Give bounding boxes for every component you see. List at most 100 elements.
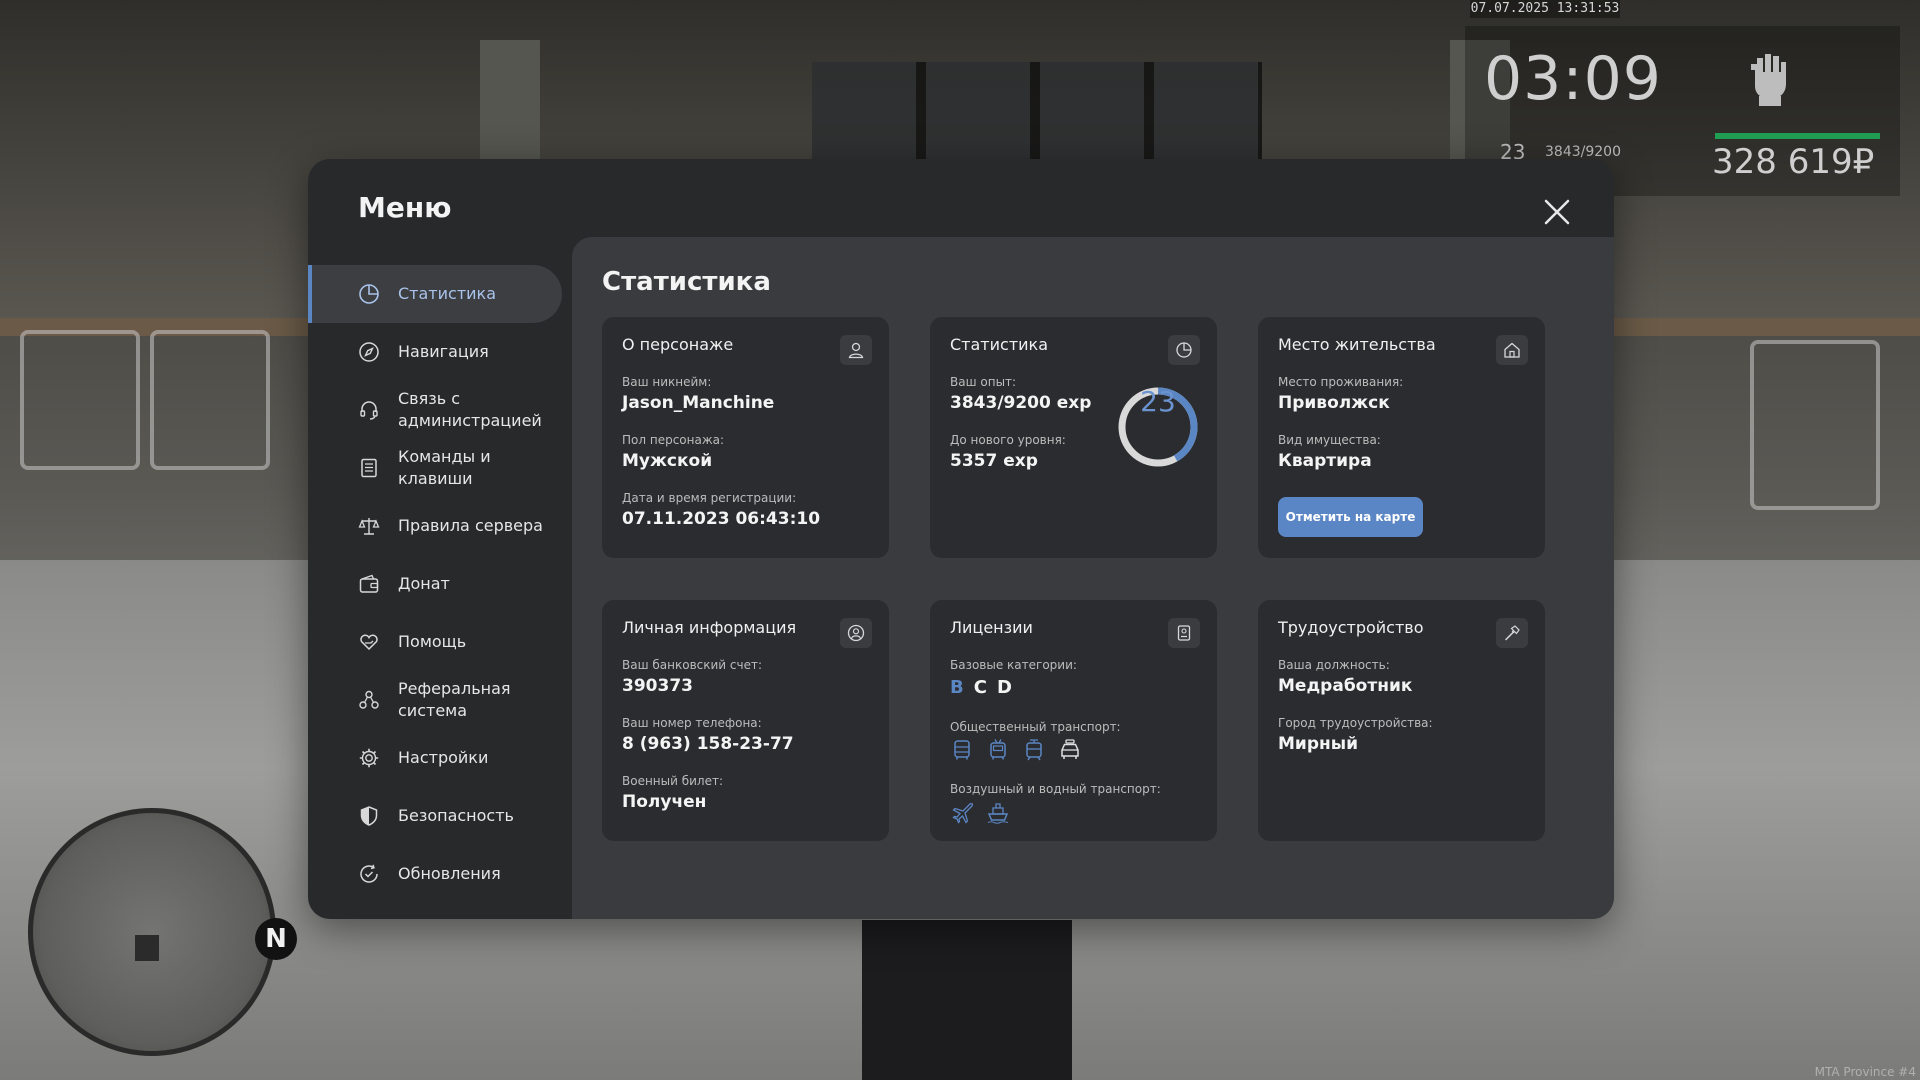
public-transport-icons [950, 738, 1082, 762]
sidebar-item-rules[interactable]: Правила сервера [308, 497, 562, 555]
server-watermark: MTA Province #4 [1814, 1065, 1916, 1079]
license-categories: B C D [950, 677, 1012, 698]
shield-icon [358, 805, 380, 827]
air-water-transport-label: Воздушный и водный транспорт: [950, 782, 1161, 796]
gender-label: Пол персонажа: [622, 433, 725, 447]
nickname-label: Ваш никнейм: [622, 375, 712, 389]
phone-value: 8 (963) 158-23-77 [622, 734, 794, 754]
next-level-value: 5357 exp [950, 451, 1038, 471]
sidebar-item-donate[interactable]: Донат [308, 555, 562, 613]
card-title: Место жительства [1278, 335, 1436, 354]
nickname-value: Jason_Manchine [622, 393, 775, 413]
taxi-icon [1058, 738, 1082, 762]
bank-label: Ваш банковский счет: [622, 658, 763, 672]
document-list-icon [358, 457, 380, 479]
license-category-d: D [996, 677, 1012, 698]
background-lockers [812, 62, 1262, 162]
card-statistics: Статистика Ваш опыт: 3843/9200 exp До но… [930, 317, 1217, 558]
bank-value: 390373 [622, 676, 693, 696]
registration-label: Дата и время регистрации: [622, 491, 797, 505]
hammer-icon [1496, 618, 1528, 648]
sidebar-item-statistics[interactable]: Статистика [308, 265, 562, 323]
referral-icon [358, 689, 380, 711]
tram-icon [1022, 738, 1046, 762]
sidebar-item-commands[interactable]: Команды и клавиши [308, 439, 562, 497]
public-transport-label: Общественный транспорт: [950, 720, 1121, 734]
air-water-transport-icons [950, 800, 1010, 824]
airplane-icon [950, 800, 974, 824]
hud-exp: 3843/9200 [1545, 144, 1621, 160]
radar-player-marker [135, 935, 159, 961]
background-character [862, 920, 1072, 1080]
bus-icon [950, 738, 974, 762]
card-licenses: Лицензии Базовые категории: B C D Общест… [930, 600, 1217, 841]
license-badge-icon [1168, 618, 1200, 648]
card-title: Статистика [950, 335, 1048, 354]
background-chair [20, 330, 140, 470]
refresh-check-icon [358, 863, 380, 885]
position-label: Ваша должность: [1278, 658, 1390, 672]
base-categories-label: Базовые категории: [950, 658, 1077, 672]
ship-icon [986, 800, 1010, 824]
sidebar-item-settings[interactable]: Настройки [308, 729, 562, 787]
work-city-label: Город трудоустройства: [1278, 716, 1433, 730]
heart-hand-icon [358, 631, 380, 653]
sidebar-item-label: Обновления [398, 864, 501, 883]
gender-value: Мужской [622, 451, 713, 471]
card-personal-info: Личная информация Ваш банковский счет: 3… [602, 600, 889, 841]
card-employment: Трудоустройство Ваша должность: Медработ… [1258, 600, 1545, 841]
statistics-panel: Статистика О персонаже Ваш никнейм: Jaso… [572, 237, 1614, 919]
property-type-value: Квартира [1278, 451, 1372, 471]
sidebar-item-admin-contact[interactable]: Связь с администрацией [308, 381, 562, 439]
wallet-icon [358, 573, 380, 595]
military-label: Военный билет: [622, 774, 724, 788]
chart-pie-icon [358, 283, 380, 305]
sidebar-item-label: Команды и клавиши [398, 447, 491, 488]
position-value: Медработник [1278, 676, 1413, 696]
card-title: О персонаже [622, 335, 734, 354]
compass-icon [358, 341, 380, 363]
scales-icon [358, 515, 380, 537]
mark-on-map-button[interactable]: Отметить на карте [1278, 497, 1423, 537]
trolleybus-icon [986, 738, 1010, 762]
next-level-label: До нового уровня: [950, 433, 1066, 447]
sidebar-item-updates[interactable]: Обновления [308, 845, 562, 903]
sidebar-item-referral[interactable]: Реферальная система [308, 671, 562, 729]
card-title: Трудоустройство [1278, 618, 1424, 637]
headset-icon [358, 399, 380, 421]
level-number: 23 [1140, 385, 1176, 418]
sidebar-item-label: Навигация [398, 342, 489, 361]
radar-minimap [28, 808, 276, 1056]
radar-north-marker: N [255, 918, 297, 960]
background-chair [1750, 340, 1880, 510]
property-type-label: Вид имущества: [1278, 433, 1381, 447]
sidebar-item-label: Правила сервера [398, 516, 543, 535]
sidebar-item-label: Связь с администрацией [398, 389, 542, 430]
residence-place-value: Приволжск [1278, 393, 1390, 413]
card-residence: Место жительства Место проживания: Приво… [1258, 317, 1545, 558]
card-title: Лицензии [950, 618, 1033, 637]
hud-health-bar [1715, 133, 1880, 139]
sidebar-item-label: Безопасность [398, 806, 514, 825]
registration-value: 07.11.2023 06:43:10 [622, 509, 821, 529]
background-chair [150, 330, 270, 470]
sidebar-item-security[interactable]: Безопасность [308, 787, 562, 845]
user-circle-icon [840, 618, 872, 648]
work-city-value: Мирный [1278, 734, 1359, 754]
user-icon [840, 335, 872, 365]
sidebar-item-label: Помощь [398, 632, 467, 651]
card-title: Личная информация [622, 618, 797, 637]
military-value: Получен [622, 792, 707, 812]
phone-label: Ваш номер телефона: [622, 716, 762, 730]
residence-place-label: Место проживания: [1278, 375, 1404, 389]
sidebar-item-navigation[interactable]: Навигация [308, 323, 562, 381]
sidebar-item-label: Статистика [398, 284, 496, 303]
exp-label: Ваш опыт: [950, 375, 1017, 389]
exp-value: 3843/9200 exp [950, 393, 1092, 413]
gear-icon [358, 747, 380, 769]
fist-icon [1751, 54, 1786, 106]
sidebar-item-label: Реферальная система [398, 679, 511, 720]
license-category-b: B [950, 677, 964, 698]
close-icon[interactable] [1540, 195, 1574, 229]
sidebar-item-help[interactable]: Помощь [308, 613, 562, 671]
